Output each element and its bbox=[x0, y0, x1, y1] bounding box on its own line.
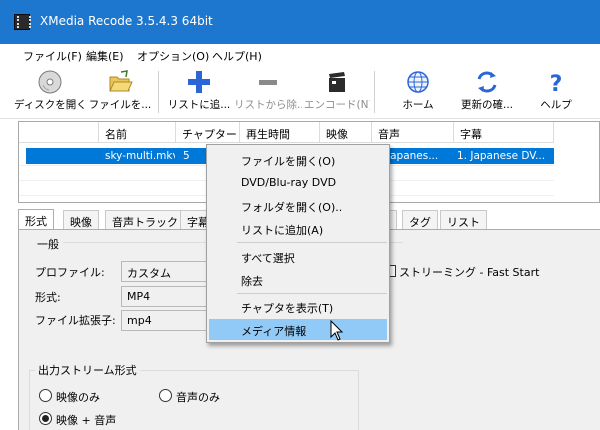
menu-separator bbox=[237, 293, 387, 294]
context-menu: ファイルを開く(O) DVD/Blu-ray DVD フォルダを開く(O).. … bbox=[206, 144, 390, 343]
menu-separator bbox=[237, 242, 387, 243]
radio-video-audio[interactable] bbox=[39, 412, 52, 425]
menu-item-select-all[interactable]: すべて選択 bbox=[209, 246, 387, 267]
open-folder-icon bbox=[109, 70, 133, 92]
radio-video-only[interactable] bbox=[39, 389, 52, 402]
menu-help[interactable]: ヘルプ(H) bbox=[212, 48, 262, 64]
menu-options[interactable]: オプション(O) bbox=[137, 48, 209, 64]
title-bar: XMedia Recode 3.5.4.3 64bit bbox=[0, 0, 600, 44]
cell-audio: Japanes... bbox=[387, 150, 439, 162]
tab-list[interactable]: リスト bbox=[440, 210, 487, 230]
question-icon: ? bbox=[550, 72, 563, 95]
file-extension-label: ファイル拡張子: bbox=[35, 314, 116, 327]
tab-format[interactable]: 形式 bbox=[18, 209, 54, 231]
check-updates-button[interactable]: 更新の確... bbox=[454, 67, 520, 117]
group-general-label: 一般 bbox=[37, 238, 59, 251]
output-stream-label: 出力ストリーム形式 bbox=[35, 362, 140, 378]
toolbar-label: 更新の確... bbox=[460, 99, 513, 111]
svg-text:?: ? bbox=[550, 72, 563, 95]
streaming-fast-start-label: ストリーミング - Fast Start bbox=[399, 266, 540, 279]
toolbar-separator bbox=[374, 71, 375, 113]
column-header-chapters[interactable]: チャプター bbox=[176, 122, 240, 143]
toolbar-label: ヘルプ bbox=[540, 99, 572, 111]
mouse-cursor-icon bbox=[330, 320, 344, 341]
toolbar-label: リストから除... bbox=[234, 99, 302, 111]
add-to-list-button[interactable]: リストに追... bbox=[164, 67, 234, 117]
radio-audio-only[interactable] bbox=[159, 389, 172, 402]
cell-name: sky-multi.mkv bbox=[105, 150, 175, 162]
column-header-blank[interactable] bbox=[19, 122, 99, 143]
column-header-duration[interactable]: 再生時間 bbox=[240, 122, 320, 143]
column-header-name[interactable]: 名前 bbox=[99, 122, 176, 143]
menu-file[interactable]: ファイル(F) bbox=[23, 48, 82, 64]
tab-tags[interactable]: タグ bbox=[402, 210, 438, 230]
encode-button[interactable]: エンコード(N) bbox=[304, 67, 370, 117]
plus-icon bbox=[188, 71, 210, 93]
toolbar-label: リストに追... bbox=[167, 99, 231, 111]
menu-bar: ファイル(F) 編集(E) オプション(O) ヘルプ(H) bbox=[0, 44, 600, 65]
menu-item-dvd-bluray[interactable]: DVD/Blu-ray DVD bbox=[209, 172, 387, 193]
menu-item-show-chapters[interactable]: チャプタを表示(T) bbox=[209, 296, 387, 317]
home-button[interactable]: ホーム bbox=[386, 67, 450, 117]
clapperboard-icon bbox=[329, 72, 345, 92]
xmedia-recode-app-icon bbox=[14, 14, 31, 30]
menu-item-open-folder[interactable]: フォルダを開く(O).. bbox=[209, 195, 387, 216]
profile-label: プロファイル: bbox=[35, 266, 105, 279]
globe-icon bbox=[407, 71, 429, 93]
toolbar-label: ディスクを開く bbox=[14, 99, 86, 111]
open-file-button[interactable]: ファイルを... bbox=[88, 67, 152, 117]
toolbar: ディスクを開く ファイルを... リストに追... リストから除... エンコー… bbox=[0, 65, 600, 119]
toolbar-label: ホーム bbox=[402, 99, 434, 111]
remove-from-list-button[interactable]: リストから除... bbox=[234, 67, 302, 117]
open-disc-button[interactable]: ディスクを開く bbox=[14, 67, 86, 117]
toolbar-separator bbox=[158, 71, 159, 113]
radio-video-only-label: 映像のみ bbox=[56, 391, 100, 404]
column-header-audio[interactable]: 音声 bbox=[372, 122, 454, 143]
menu-item-open-file[interactable]: ファイルを開く(O) bbox=[209, 149, 387, 170]
format-label: 形式: bbox=[35, 291, 61, 304]
toolbar-label: ファイルを... bbox=[88, 99, 152, 111]
menu-item-add-to-list[interactable]: リストに追加(A) bbox=[209, 218, 387, 239]
tab-video[interactable]: 映像 bbox=[63, 210, 99, 230]
cell-subtitle: 1. Japanese DV... bbox=[457, 150, 546, 162]
radio-audio-only-label: 音声のみ bbox=[176, 391, 220, 404]
help-button[interactable]: ? ヘルプ bbox=[524, 67, 588, 117]
column-header-subtitle[interactable]: 字幕 bbox=[454, 122, 554, 143]
disc-icon bbox=[38, 70, 62, 94]
menu-item-remove[interactable]: 除去 bbox=[209, 269, 387, 290]
window-title: XMedia Recode 3.5.4.3 64bit bbox=[40, 14, 213, 28]
minus-icon bbox=[259, 80, 277, 85]
menu-edit[interactable]: 編集(E) bbox=[86, 48, 124, 64]
menu-item-media-info[interactable]: メディア情報 bbox=[209, 319, 387, 340]
refresh-icon bbox=[477, 71, 497, 93]
toolbar-label: エンコード(N) bbox=[304, 99, 370, 111]
column-header-video[interactable]: 映像 bbox=[320, 122, 372, 143]
radio-video-audio-label: 映像 + 音声 bbox=[56, 414, 117, 427]
